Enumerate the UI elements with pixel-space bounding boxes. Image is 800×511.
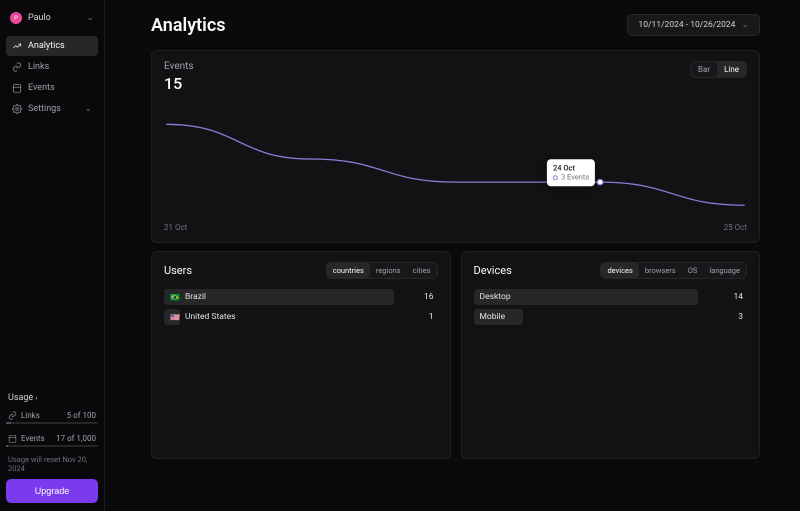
link-icon <box>8 411 17 420</box>
tab-countries[interactable]: countries <box>327 263 370 278</box>
flag-icon: 🇧🇷 <box>170 293 180 302</box>
chart-style-toggle: Bar Line <box>690 61 747 78</box>
tab-regions[interactable]: regions <box>370 263 407 278</box>
tab-browsers[interactable]: browsers <box>639 263 682 278</box>
bar-row[interactable]: 🇧🇷Brazil16 <box>164 289 438 305</box>
users-tabs: countries regions cities <box>326 262 438 279</box>
bar-value: 3 <box>738 312 747 322</box>
link-icon <box>12 62 22 72</box>
chevron-right-icon: › <box>35 394 37 402</box>
users-panel: Users countries regions cities 🇧🇷Brazil1… <box>151 251 451 459</box>
nav-label: Events <box>28 83 55 93</box>
bar-value: 14 <box>733 292 747 302</box>
nav-links[interactable]: Links <box>6 57 98 77</box>
usage-events-row: Events 17 of 1,000 <box>6 430 98 445</box>
bar-label: 🇺🇸United States <box>164 312 429 322</box>
x-end: 25 Oct <box>724 223 747 232</box>
bar-row[interactable]: Desktop14 <box>474 289 748 305</box>
tooltip-value: 3 Events <box>561 173 589 183</box>
upgrade-button[interactable]: Upgrade <box>6 479 98 503</box>
tooltip-dot-icon <box>553 175 558 180</box>
avatar: P <box>10 12 22 24</box>
bar-value: 16 <box>424 292 438 302</box>
flag-icon: 🇺🇸 <box>170 313 180 322</box>
chevron-down-icon: ⌄ <box>84 104 92 114</box>
users-title: Users <box>164 264 192 277</box>
x-start: 21 Oct <box>164 223 187 232</box>
usage-events-progress <box>6 445 98 447</box>
usage-links-row: Links 5 of 100 <box>6 407 98 422</box>
date-range-picker[interactable]: 10/11/2024 - 10/26/2024 ⌄ <box>627 14 760 36</box>
x-axis: 21 Oct 25 Oct <box>164 223 747 232</box>
seg-bar[interactable]: Bar <box>691 62 717 77</box>
bar-label: Desktop <box>474 292 734 302</box>
tab-cities[interactable]: cities <box>407 263 437 278</box>
usage-links-value: 5 of 100 <box>67 411 96 420</box>
nav-analytics[interactable]: Analytics <box>6 36 98 56</box>
usage-title[interactable]: Usage › <box>6 389 98 407</box>
tooltip-date: 24 Oct <box>553 163 589 173</box>
nav-label: Links <box>28 62 49 72</box>
analytics-icon <box>12 41 22 51</box>
calendar-icon <box>12 83 22 93</box>
seg-line[interactable]: Line <box>717 62 746 77</box>
page-title: Analytics <box>151 15 226 36</box>
bar-row[interactable]: Mobile3 <box>474 309 748 325</box>
header: Analytics 10/11/2024 - 10/26/2024 ⌄ <box>151 14 760 36</box>
tab-language[interactable]: language <box>703 263 746 278</box>
usage-events-label: Events <box>21 434 45 443</box>
tab-os[interactable]: OS <box>682 263 704 278</box>
sidebar: P Paulo ⌄ Analytics Links Events <box>0 0 105 511</box>
usage-events-value: 17 of 1,000 <box>56 434 96 443</box>
usage-reset-note: Usage will reset Nov 20, 2024 <box>6 453 98 479</box>
nav-label: Settings <box>28 104 84 114</box>
events-title: Events <box>164 61 194 72</box>
chart-tooltip: 24 Oct 3 Events <box>547 159 595 187</box>
nav-events[interactable]: Events <box>6 78 98 98</box>
calendar-icon <box>8 434 17 443</box>
user-menu[interactable]: P Paulo ⌄ <box>6 8 98 28</box>
usage-links-progress <box>6 422 98 424</box>
events-card: Events 15 Bar Line 24 Oct 3 Events <box>151 50 760 243</box>
events-chart[interactable]: 24 Oct 3 Events <box>164 99 747 219</box>
tab-devices[interactable]: devices <box>601 263 638 278</box>
bar-row[interactable]: 🇺🇸United States1 <box>164 309 438 325</box>
devices-title: Devices <box>474 264 512 277</box>
devices-tabs: devices browsers OS language <box>600 262 747 279</box>
user-name: Paulo <box>28 13 86 23</box>
devices-panel: Devices devices browsers OS language Des… <box>461 251 761 459</box>
usage-links-label: Links <box>21 411 40 420</box>
main: Analytics 10/11/2024 - 10/26/2024 ⌄ Even… <box>105 0 800 511</box>
bar-value: 1 <box>429 312 438 322</box>
gear-icon <box>12 104 22 114</box>
bar-label: 🇧🇷Brazil <box>164 292 424 302</box>
date-range-value: 10/11/2024 - 10/26/2024 <box>638 20 735 30</box>
usage-label: Usage <box>8 393 33 403</box>
nav-settings[interactable]: Settings ⌄ <box>6 99 98 119</box>
nav-label: Analytics <box>28 41 65 51</box>
chevron-down-icon: ⌄ <box>741 20 749 30</box>
bar-label: Mobile <box>474 312 739 322</box>
chevron-down-icon: ⌄ <box>86 13 94 23</box>
events-count: 15 <box>164 74 194 93</box>
